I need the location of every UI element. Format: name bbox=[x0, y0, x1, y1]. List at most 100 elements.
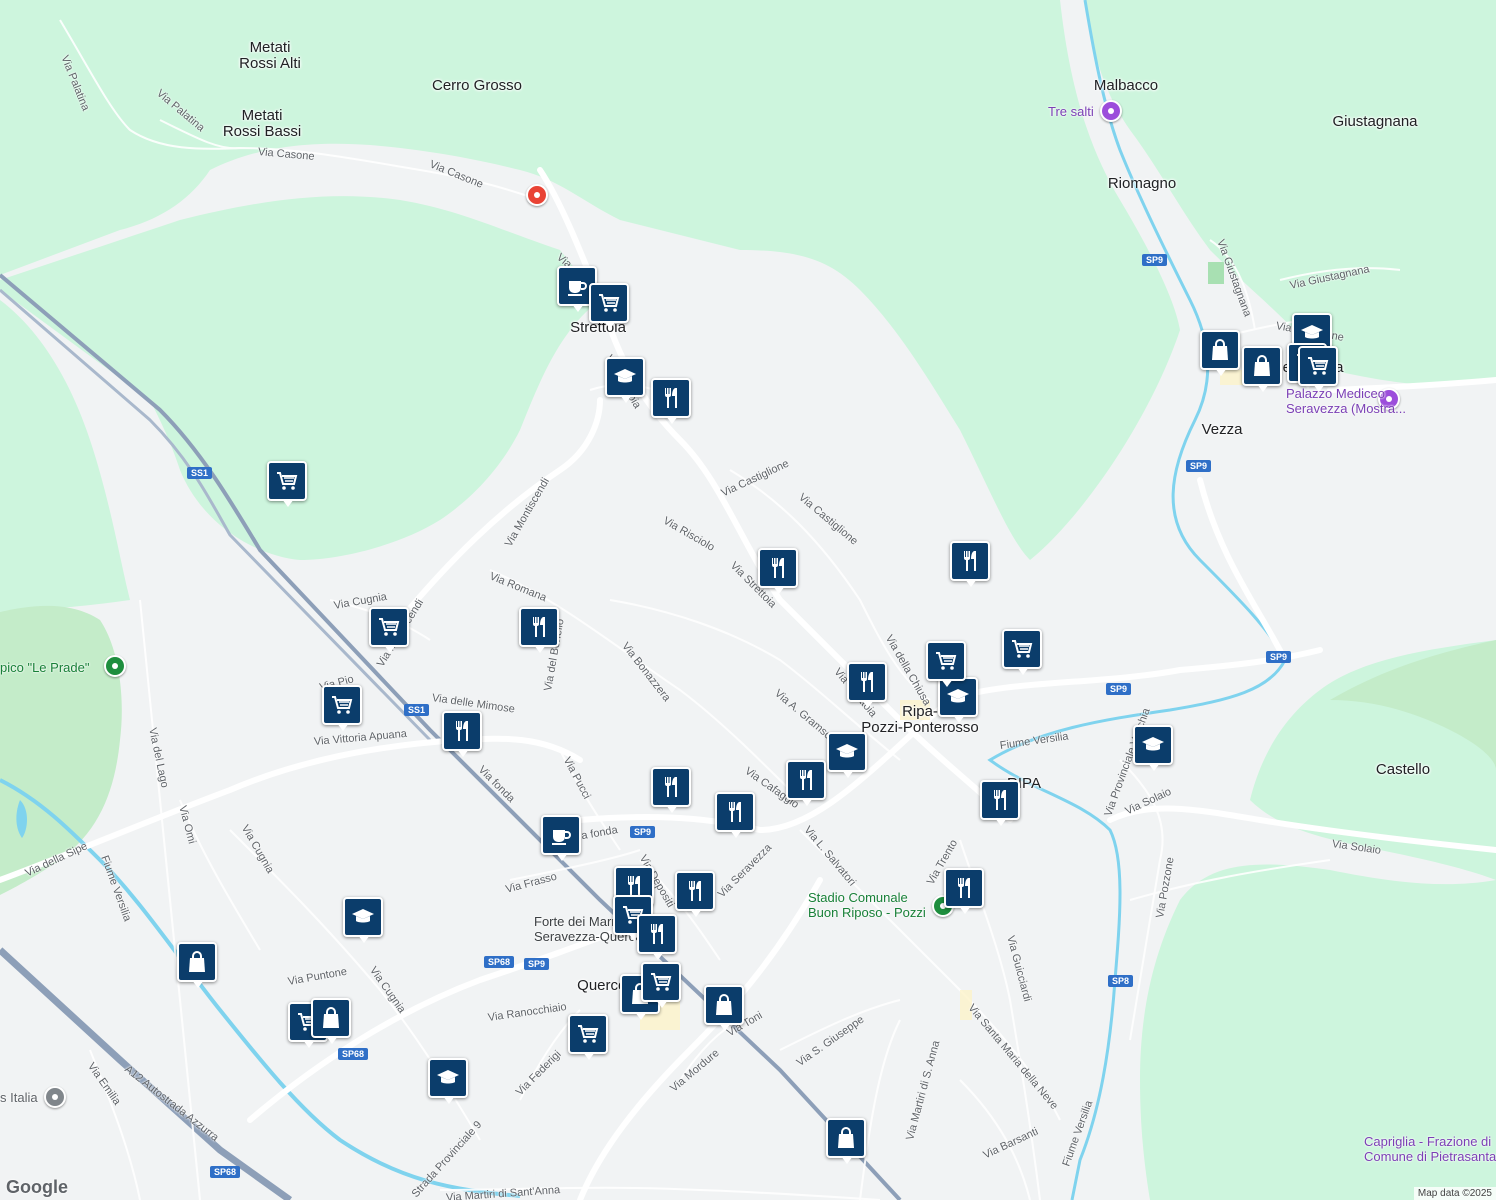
road-shield-sp9-e: SP9 bbox=[524, 958, 550, 970]
shopping-marker[interactable] bbox=[826, 1118, 866, 1164]
road-shield-sp68-a: SP68 bbox=[484, 956, 515, 968]
poi-label-capriglia[interactable]: Capriglia - Frazione di Comune di Pietra… bbox=[1364, 1134, 1496, 1164]
school-marker[interactable] bbox=[827, 732, 867, 778]
road-shield-ss1-b: SS1 bbox=[404, 704, 430, 716]
place-label-giustagnana: Giustagnana bbox=[1332, 113, 1418, 130]
restaurant-marker[interactable] bbox=[637, 914, 677, 960]
restaurant-marker[interactable] bbox=[847, 662, 887, 708]
shopping-marker[interactable] bbox=[177, 942, 217, 988]
poi-label-s-italia[interactable]: s Italia bbox=[0, 1090, 38, 1105]
coffee-cup-icon bbox=[549, 823, 573, 847]
grocery-marker[interactable] bbox=[1298, 346, 1338, 392]
restaurant-marker[interactable] bbox=[944, 868, 984, 914]
graduation-cap-icon bbox=[946, 685, 970, 709]
poi-label-stadio[interactable]: Stadio Comunale Buon Riposo - Pozzi bbox=[808, 890, 926, 920]
grocery-marker[interactable] bbox=[322, 685, 362, 731]
road-shield-sp9-c: SP9 bbox=[1106, 683, 1132, 695]
shopping-bag-icon bbox=[712, 993, 736, 1017]
road-shield-sp8: SP8 bbox=[1108, 975, 1134, 987]
fork-knife-icon bbox=[958, 549, 982, 573]
shopping-bag-icon bbox=[1250, 354, 1274, 378]
road-shield-sp68-c: SP68 bbox=[210, 1166, 241, 1178]
place-label-riomagno: Riomagno bbox=[1107, 175, 1177, 192]
shopping-cart-icon bbox=[649, 970, 673, 994]
fork-knife-icon bbox=[450, 719, 474, 743]
grocery-marker[interactable] bbox=[267, 461, 307, 507]
grocery-marker[interactable] bbox=[568, 1014, 608, 1060]
poi-label-le-prade[interactable]: pico "Le Prade" bbox=[0, 660, 89, 675]
s-italia-pin[interactable] bbox=[44, 1086, 66, 1108]
fork-knife-icon bbox=[683, 879, 707, 903]
shopping-bag-icon bbox=[319, 1006, 343, 1030]
restaurant-marker[interactable] bbox=[980, 780, 1020, 826]
restaurant-marker[interactable] bbox=[651, 767, 691, 813]
graduation-cap-icon bbox=[1300, 321, 1324, 345]
road-shield-sp9-f: SP9 bbox=[1142, 254, 1168, 266]
poi-label-tre-salti[interactable]: Tre salti bbox=[1048, 104, 1094, 119]
shopping-cart-icon bbox=[576, 1022, 600, 1046]
shopping-bag-icon bbox=[1208, 338, 1232, 362]
fork-knife-icon bbox=[645, 922, 669, 946]
pin-dot-icon bbox=[52, 1094, 58, 1100]
pin-dot-icon bbox=[112, 663, 118, 669]
place-label-metati-rossi-alti: Metati Rossi Alti bbox=[239, 39, 301, 72]
le-prade-pin[interactable] bbox=[104, 655, 126, 677]
road-shield-sp9-a: SP9 bbox=[1186, 460, 1212, 472]
grocery-marker[interactable] bbox=[369, 607, 409, 653]
shopping-cart-icon bbox=[1306, 354, 1330, 378]
school-marker[interactable] bbox=[428, 1058, 468, 1104]
place-label-vezza: Vezza bbox=[1201, 421, 1243, 438]
road-shield-sp68-b: SP68 bbox=[338, 1048, 369, 1060]
place-label-cerro-grosso: Cerro Grosso bbox=[431, 77, 523, 94]
tre-salti-pin[interactable] bbox=[1100, 100, 1122, 122]
fork-knife-icon bbox=[988, 788, 1012, 812]
graduation-cap-icon bbox=[835, 740, 859, 764]
shopping-cart-icon bbox=[597, 291, 621, 315]
restaurant-marker[interactable] bbox=[651, 378, 691, 424]
shopping-marker[interactable] bbox=[1242, 346, 1282, 392]
graduation-cap-icon bbox=[351, 905, 375, 929]
restaurant-marker[interactable] bbox=[442, 711, 482, 757]
fork-knife-icon bbox=[855, 670, 879, 694]
fork-knife-icon bbox=[659, 386, 683, 410]
restaurant-marker[interactable] bbox=[715, 792, 755, 838]
shopping-cart-icon bbox=[330, 693, 354, 717]
fork-knife-icon bbox=[527, 615, 551, 639]
map-canvas[interactable]: Via Palatina Via Palatina Via Casone Via Ca… bbox=[0, 0, 1496, 1200]
map-attribution[interactable]: Map data ©2025 bbox=[1413, 1187, 1496, 1200]
shopping-bag-icon bbox=[834, 1126, 858, 1150]
coffee-cup-icon bbox=[565, 274, 589, 298]
google-logo[interactable]: Google bbox=[6, 1177, 68, 1198]
grocery-marker[interactable] bbox=[641, 962, 681, 1008]
road-shield-sp9-d: SP9 bbox=[630, 826, 656, 838]
poi-label-palazzo-mediceo[interactable]: Palazzo Mediceo Seravezza (Mostra... bbox=[1286, 386, 1406, 416]
restaurant-marker[interactable] bbox=[950, 541, 990, 587]
grocery-marker[interactable] bbox=[589, 283, 629, 329]
grocery-marker[interactable] bbox=[926, 641, 966, 687]
restaurant-marker[interactable] bbox=[519, 607, 559, 653]
school-marker[interactable] bbox=[1133, 725, 1173, 771]
grocery-marker[interactable] bbox=[1002, 629, 1042, 675]
place-label-metati-rossi-bassi: Metati Rossi Bassi bbox=[222, 107, 302, 140]
fork-knife-icon bbox=[659, 775, 683, 799]
shopping-marker[interactable] bbox=[1200, 330, 1240, 376]
pin-dot-icon bbox=[1108, 108, 1114, 114]
road-shield-sp9-b: SP9 bbox=[1266, 651, 1292, 663]
restaurant-marker[interactable] bbox=[675, 871, 715, 917]
shopping-cart-icon bbox=[275, 469, 299, 493]
road-shield-ss1-a: SS1 bbox=[187, 467, 213, 479]
graduation-cap-icon bbox=[1141, 733, 1165, 757]
place-label-malbacco: Malbacco bbox=[1093, 77, 1159, 94]
cafe-marker[interactable] bbox=[541, 815, 581, 861]
restaurant-marker[interactable] bbox=[786, 760, 826, 806]
hospital-pin[interactable] bbox=[526, 184, 548, 206]
fork-knife-icon bbox=[952, 876, 976, 900]
shopping-marker[interactable] bbox=[704, 985, 744, 1031]
shopping-marker[interactable] bbox=[311, 998, 351, 1044]
school-marker[interactable] bbox=[605, 357, 645, 403]
school-marker[interactable] bbox=[343, 897, 383, 943]
shopping-bag-icon bbox=[185, 950, 209, 974]
restaurant-marker[interactable] bbox=[758, 548, 798, 594]
shopping-cart-icon bbox=[1010, 637, 1034, 661]
graduation-cap-icon bbox=[613, 365, 637, 389]
